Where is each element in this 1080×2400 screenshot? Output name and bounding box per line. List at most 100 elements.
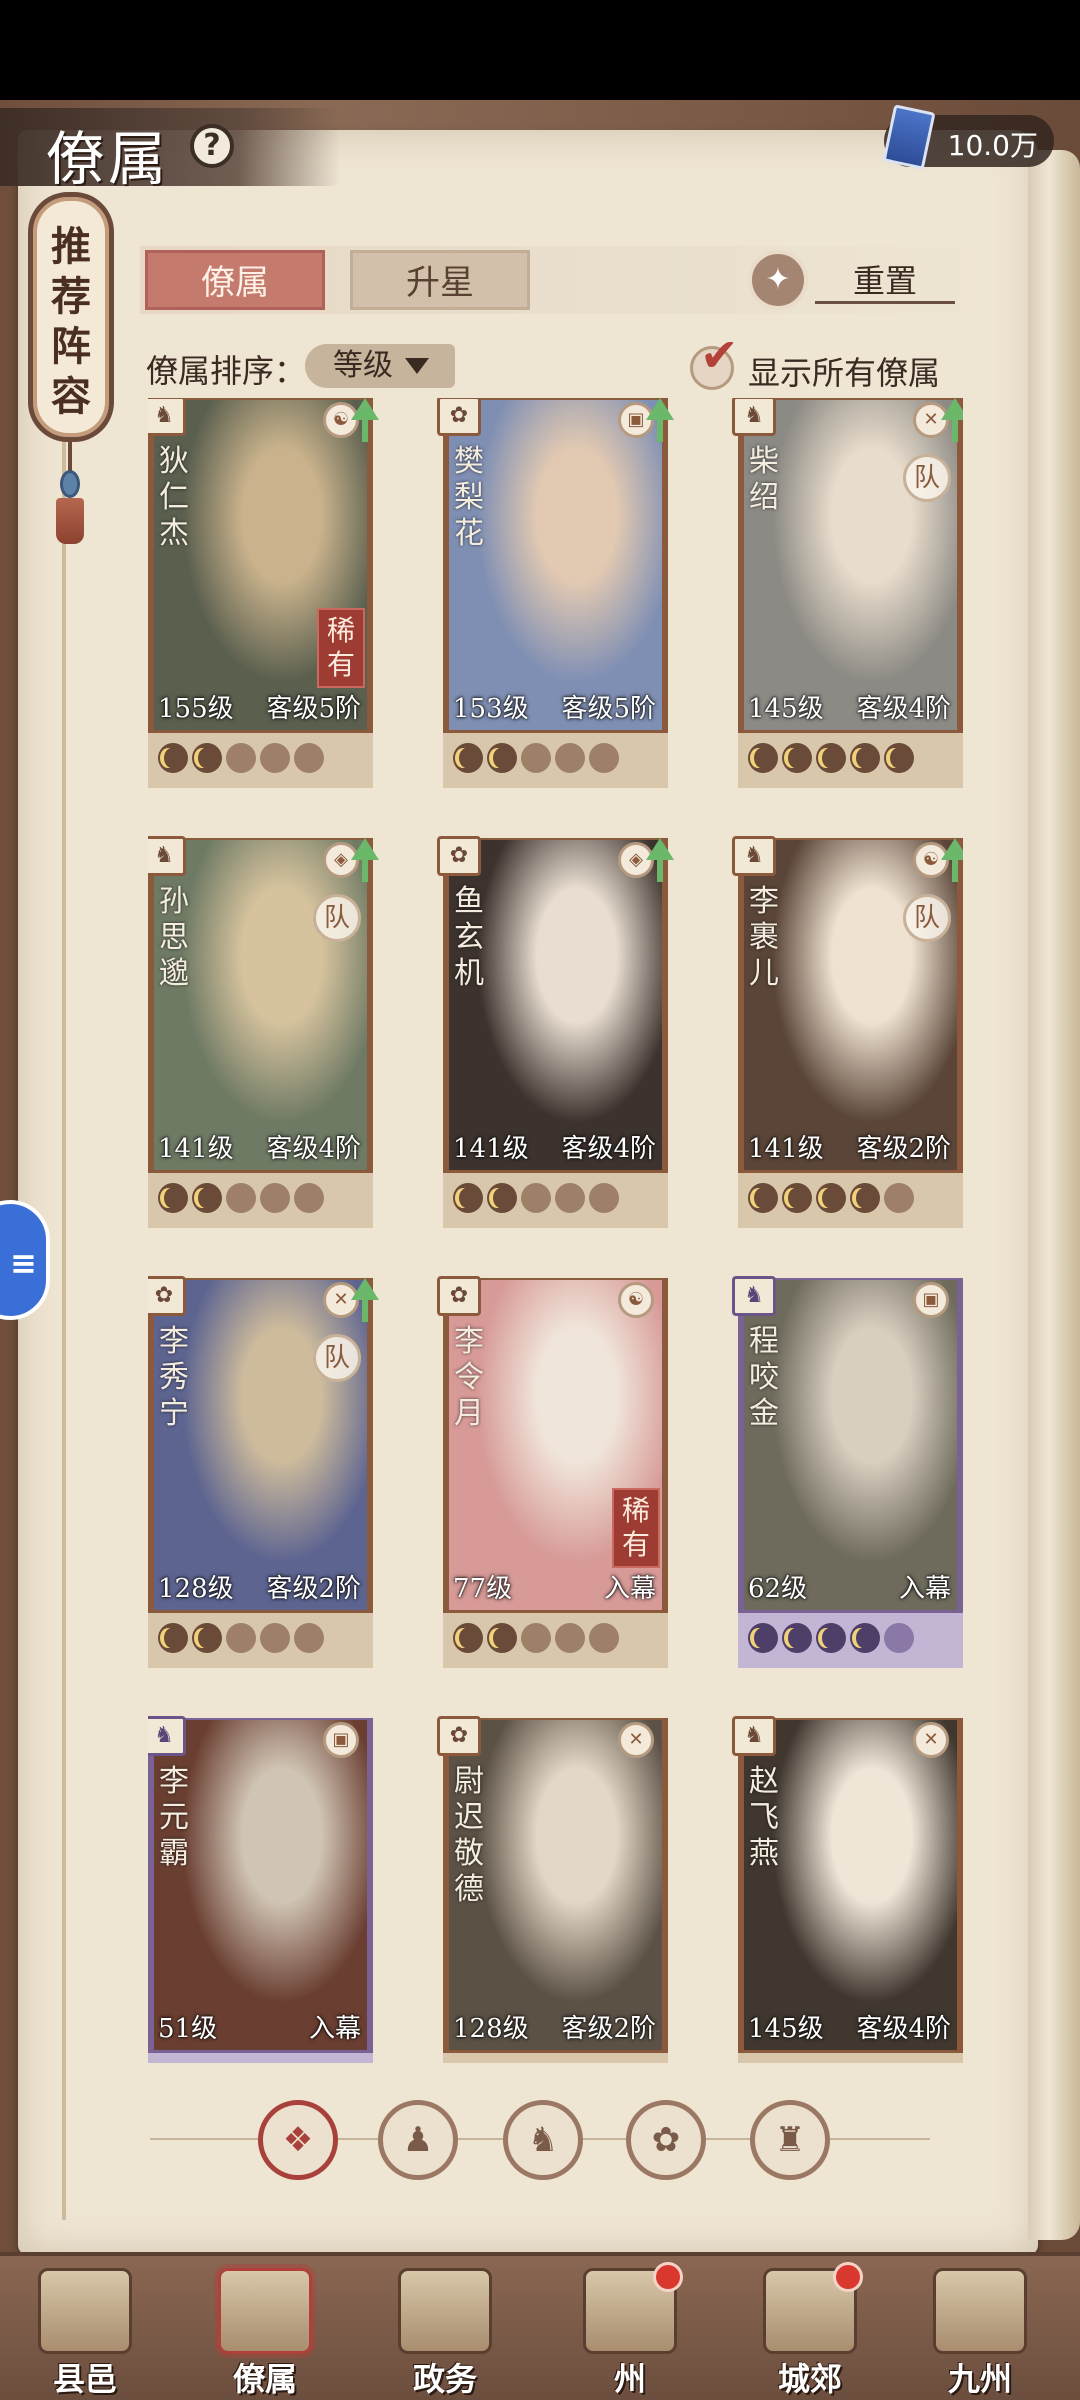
upgrade-arrow-icon (941, 398, 963, 442)
moon-star-icon (555, 743, 585, 773)
nav-item[interactable]: 僚属 (190, 2262, 340, 2398)
show-all-label[interactable]: 显示所有僚属 (748, 348, 940, 394)
type-icon: ✿ (437, 1716, 481, 1756)
subordinate-card[interactable]: ♞ ✕ 队柴绍 145级 客级4阶 (732, 398, 963, 788)
subordinate-card[interactable]: ♞ ✕ 赵飞燕 145级 客级4阶 (732, 1716, 963, 2063)
subordinate-name: 李裹儿 (749, 884, 779, 991)
upgrade-arrow-icon (351, 398, 379, 442)
book-page-edge (1028, 150, 1080, 2240)
moon-star-icon (521, 1183, 551, 1213)
star-row (443, 730, 668, 788)
filter-button[interactable]: ♜ (750, 2100, 830, 2180)
moon-star-icon (850, 1623, 880, 1653)
skill-icon: ✕ (913, 1722, 949, 1758)
moon-star-icon (884, 1183, 914, 1213)
subordinate-card[interactable]: ✿ ✕ 队李秀宁 128级 客级2阶 (148, 1276, 379, 1668)
nav-label: 城郊 (777, 2360, 842, 2398)
team-badge: 队 (313, 894, 361, 942)
star-row (443, 1170, 668, 1228)
subordinate-card[interactable]: ♞ ◈ 队孙思邈 141级 客级4阶 (148, 836, 379, 1228)
moon-star-icon (850, 743, 880, 773)
subordinate-card[interactable]: ✿ ◈ 鱼玄机 141级 客级4阶 (437, 836, 674, 1228)
type-icon: ♞ (732, 1276, 776, 1316)
nav-item[interactable]: 州 (555, 2262, 705, 2398)
subordinate-card[interactable]: ♞ ☯ 队李裹儿 141级 客级2阶 (732, 836, 963, 1228)
help-icon[interactable]: ? (190, 124, 234, 168)
subordinate-card[interactable]: ✿ ✕ 尉迟敬德 128级 客级2阶 (437, 1716, 668, 2063)
rank-text: 客级4阶 (266, 1134, 361, 1164)
notification-dot (653, 2262, 683, 2292)
moon-star-icon (521, 743, 551, 773)
type-icon: ✿ (437, 1276, 481, 1316)
rank-text: 客级4阶 (856, 2014, 951, 2044)
level-text: 62级 (748, 1574, 808, 1604)
menu-icon: ≡ (10, 1244, 37, 1282)
rank-text: 客级4阶 (856, 694, 951, 724)
subordinate-card[interactable]: ✿ ▣ 樊梨花 153级 客级5阶 (437, 398, 674, 788)
tag-knot (60, 470, 80, 498)
subordinate-card[interactable]: ♞ ☯ 狄仁杰 稀有 155级 客级5阶 (148, 398, 379, 788)
type-icon: ✿ (437, 836, 481, 876)
moon-star-icon (816, 1183, 846, 1213)
nav-item[interactable]: 县邑 (10, 2262, 160, 2398)
upgrade-arrow-icon (941, 838, 963, 882)
skill-icon: ▣ (913, 1282, 949, 1318)
subordinate-card[interactable]: ✿ ☯ 李令月 稀有 77级 入幕 (437, 1276, 668, 1668)
nav-item[interactable]: 九州 (905, 2262, 1055, 2398)
rank-text: 入幕 (898, 1574, 951, 1604)
moon-star-icon (589, 743, 619, 773)
moon-star-icon (158, 743, 188, 773)
star-row (148, 1610, 373, 1668)
subordinate-name: 柴绍 (749, 444, 779, 515)
rank-text: 客级5阶 (266, 694, 361, 724)
nav-illustration-icon (38, 2268, 132, 2354)
rank-text: 入幕 (308, 2014, 361, 2044)
filter-button[interactable]: ♟ (378, 2100, 458, 2180)
floating-assistant-button[interactable]: ≡ (0, 1200, 50, 1320)
moon-star-icon (555, 1183, 585, 1213)
subordinate-name: 鱼玄机 (454, 884, 484, 991)
type-icon: ♞ (148, 1716, 186, 1756)
skill-icon: ▣ (323, 1722, 359, 1758)
tab-star-up[interactable]: 升星 (350, 250, 530, 310)
reset-button[interactable]: 重置 (815, 258, 955, 304)
moon-star-icon (748, 1623, 778, 1653)
nav-item[interactable]: 城郊 (735, 2262, 885, 2398)
moon-star-icon (226, 1623, 256, 1653)
level-text: 141级 (748, 1134, 824, 1164)
moon-star-icon (487, 1623, 517, 1653)
rank-text: 客级5阶 (561, 694, 656, 724)
moon-star-icon (816, 743, 846, 773)
star-row (738, 2050, 963, 2063)
level-text: 51级 (158, 2014, 218, 2044)
moon-star-icon (260, 743, 290, 773)
level-text: 128级 (158, 1574, 234, 1604)
subordinate-name: 程咬金 (749, 1324, 779, 1431)
filter-button[interactable]: ♞ (503, 2100, 583, 2180)
subordinate-name: 孙思邈 (159, 884, 189, 991)
filter-button[interactable]: ❖ (258, 2100, 338, 2180)
team-badge: 队 (903, 454, 951, 502)
moon-star-icon (192, 1623, 222, 1653)
team-badge: 队 (903, 894, 951, 942)
chevron-down-icon (405, 358, 429, 374)
moon-star-icon (294, 1183, 324, 1213)
upgrade-arrow-icon (351, 1278, 379, 1322)
nav-item[interactable]: 政务 (370, 2262, 520, 2398)
nav-label: 州 (613, 2360, 646, 2398)
rank-text: 客级2阶 (561, 2014, 656, 2044)
rank-text: 客级4阶 (561, 1134, 656, 1164)
moon-star-icon (294, 743, 324, 773)
sort-dropdown[interactable]: 等级 (305, 344, 455, 388)
moon-star-icon (850, 1183, 880, 1213)
subordinate-card[interactable]: ♞ ▣ 程咬金 62级 入幕 (732, 1276, 963, 1668)
subordinate-name: 樊梨花 (454, 444, 484, 551)
star-row (148, 2050, 373, 2063)
moon-star-icon (782, 1623, 812, 1653)
reset-icon[interactable]: ✦ (748, 250, 808, 310)
type-icon: ♞ (732, 1716, 776, 1756)
tab-subordinates[interactable]: 僚属 (145, 250, 325, 310)
subordinate-card[interactable]: ♞ ▣ 李元霸 51级 入幕 (148, 1716, 373, 2063)
subordinate-name: 李秀宁 (159, 1324, 189, 1431)
filter-button[interactable]: ✿ (626, 2100, 706, 2180)
